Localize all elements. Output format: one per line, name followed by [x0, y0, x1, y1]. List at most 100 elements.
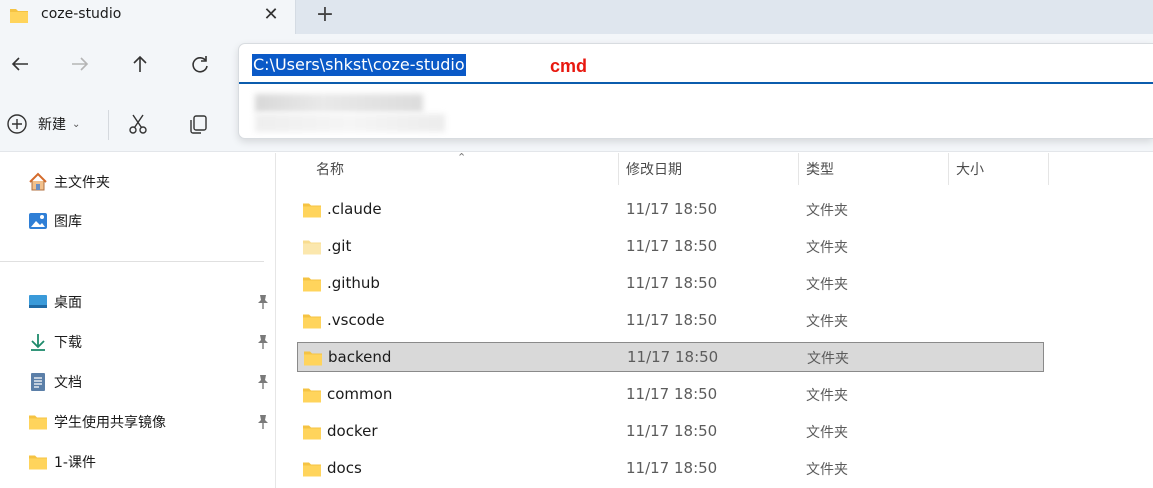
tab-coze-studio[interactable]: coze-studio ✕	[0, 0, 296, 34]
download-icon	[31, 334, 45, 351]
new-button[interactable]: 新建 ⌄	[6, 112, 80, 136]
file-type: 文件夹	[807, 351, 849, 367]
sidebar-item-label: 主文件夹	[54, 175, 110, 191]
column-header-size[interactable]: 大小	[956, 153, 984, 187]
pin-icon[interactable]	[256, 414, 270, 430]
home-icon	[29, 172, 47, 191]
sidebar-item-downloads[interactable]: 下载	[28, 330, 272, 354]
tab-strip: coze-studio ✕ +	[0, 0, 1153, 34]
toolbar-divider	[108, 110, 109, 140]
arrow-left-icon	[11, 57, 28, 71]
folder-icon	[304, 351, 322, 366]
sidebar-item-label: 学生使用共享镜像	[54, 415, 166, 431]
sidebar-item-label: 下载	[54, 335, 82, 351]
file-type: 文件夹	[806, 277, 848, 293]
sidebar-item-label: 桌面	[54, 295, 82, 311]
folder-icon	[303, 203, 321, 218]
document-icon	[31, 373, 45, 391]
folder-icon	[29, 415, 47, 430]
sidebar-item-label: 1-课件	[54, 455, 96, 471]
file-date: 11/17 18:50	[626, 422, 718, 440]
close-tab-button[interactable]: ✕	[260, 3, 282, 27]
file-type: 文件夹	[806, 314, 848, 330]
tab-title: coze-studio	[41, 6, 122, 22]
folder-icon	[10, 9, 28, 23]
file-row[interactable]: .vscode 11/17 18:50 文件夹	[297, 306, 1044, 336]
column-divider[interactable]	[1048, 153, 1049, 185]
arrow-right-icon	[72, 57, 89, 71]
pin-icon[interactable]	[256, 334, 270, 350]
folder-icon	[303, 240, 321, 255]
file-row[interactable]: docs 11/17 18:50 文件夹	[297, 454, 1044, 484]
sidebar-divider	[0, 261, 264, 262]
arrow-up-icon	[133, 55, 147, 72]
sidebar-item-documents[interactable]: 文档	[28, 370, 272, 394]
pin-icon[interactable]	[256, 374, 270, 390]
copy-button[interactable]	[186, 112, 210, 136]
file-type: 文件夹	[806, 240, 848, 256]
address-bar-popup: C:\Users\shkst\coze-studio cmd	[238, 43, 1153, 139]
file-date: 11/17 18:50	[626, 311, 718, 329]
file-type: 文件夹	[806, 462, 848, 478]
sidebar-item-shared-mirror[interactable]: 学生使用共享镜像	[28, 410, 272, 434]
plus-circle-icon	[7, 114, 27, 134]
file-name: .claude	[327, 200, 382, 218]
folder-icon	[303, 314, 321, 329]
address-path-text[interactable]: C:\Users\shkst\coze-studio	[252, 54, 466, 76]
folder-icon	[303, 425, 321, 440]
up-button[interactable]	[126, 50, 154, 78]
file-date: 11/17 18:50	[626, 385, 718, 403]
blurred-suggestion[interactable]	[255, 94, 423, 112]
file-date: 11/17 18:50	[626, 237, 718, 255]
file-row[interactable]: .git 11/17 18:50 文件夹	[297, 232, 1044, 262]
new-button-label: 新建	[38, 117, 66, 133]
folder-icon	[29, 455, 47, 470]
column-divider[interactable]	[798, 153, 799, 185]
column-header-type[interactable]: 类型	[806, 153, 834, 187]
back-button[interactable]	[6, 50, 34, 78]
refresh-button[interactable]	[186, 50, 214, 78]
file-type: 文件夹	[806, 425, 848, 441]
file-date: 11/17 18:50	[626, 274, 718, 292]
column-header-date[interactable]: 修改日期	[626, 153, 682, 187]
sidebar-item-desktop[interactable]: 桌面	[28, 290, 272, 314]
column-header-name[interactable]: 名称	[316, 153, 344, 187]
chevron-down-icon: ⌄	[72, 118, 81, 130]
column-divider[interactable]	[948, 153, 949, 185]
file-name: .github	[327, 274, 380, 292]
file-name: common	[327, 385, 393, 403]
column-divider[interactable]	[618, 153, 619, 185]
forward-button[interactable]	[66, 50, 94, 78]
file-row-selected[interactable]: backend 11/17 18:50 文件夹	[297, 342, 1044, 372]
sidebar-item-label: 图库	[54, 214, 82, 230]
address-input[interactable]: C:\Users\shkst\coze-studio cmd	[239, 44, 1153, 84]
sidebar-item-home[interactable]: 主文件夹	[28, 170, 272, 194]
copy-icon	[190, 115, 207, 134]
refresh-icon	[192, 56, 208, 73]
file-date: 11/17 18:50	[627, 348, 719, 366]
blurred-suggestion[interactable]	[255, 114, 445, 132]
file-type: 文件夹	[806, 388, 848, 404]
file-row[interactable]: docker 11/17 18:50 文件夹	[297, 417, 1044, 447]
file-name: docs	[327, 459, 362, 477]
desktop-icon	[29, 295, 47, 308]
gallery-icon	[29, 213, 47, 229]
pin-icon[interactable]	[256, 294, 270, 310]
file-type: 文件夹	[806, 203, 848, 219]
sidebar-item-gallery[interactable]: 图库	[28, 209, 272, 233]
cut-button[interactable]	[126, 112, 150, 136]
scissors-icon	[129, 114, 147, 134]
file-row[interactable]: .github 11/17 18:50 文件夹	[297, 269, 1044, 299]
file-name: .vscode	[327, 311, 385, 329]
file-list: ⌃ 名称 修改日期 类型 大小 .claude 11/17 18:50 文件夹 …	[277, 151, 1153, 488]
sidebar-item-label: 文档	[54, 375, 82, 391]
file-row[interactable]: .claude 11/17 18:50 文件夹	[297, 195, 1044, 225]
file-date: 11/17 18:50	[626, 200, 718, 218]
file-name: docker	[327, 422, 378, 440]
file-name: backend	[328, 348, 392, 366]
folder-icon	[303, 388, 321, 403]
new-tab-button[interactable]: +	[314, 2, 336, 28]
file-row[interactable]: common 11/17 18:50 文件夹	[297, 380, 1044, 410]
sidebar-item-courseware[interactable]: 1-课件	[28, 450, 272, 474]
folder-icon	[303, 277, 321, 292]
